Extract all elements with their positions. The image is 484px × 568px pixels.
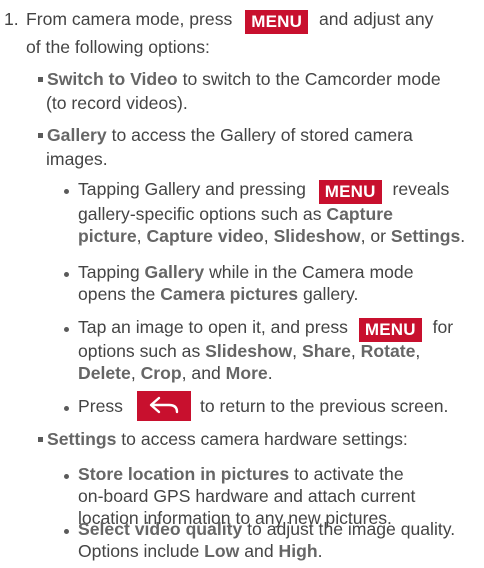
settings-bullet-2-line-2: Options include Low and High. xyxy=(78,541,323,561)
step-intro-line-1: From camera mode, press MENU and adjust … xyxy=(26,8,433,34)
step-intro-line-2: of the following options: xyxy=(26,37,210,57)
bullet-dot-icon xyxy=(64,189,69,194)
gallery-bullet-1-line-3: picture, Capture video, Slideshow, or Se… xyxy=(78,226,466,246)
menu-key-icon: MENU xyxy=(318,180,382,204)
gallery-bullet-1-line-2: gallery-specific options such as Capture xyxy=(78,204,393,224)
bullet-dot-icon xyxy=(64,474,69,479)
gallery-bullet-1-line-1: Tapping Gallery and pressing MENU reveal… xyxy=(78,178,449,204)
back-arrow-icon xyxy=(149,396,179,414)
settings-bullet-1-line-2: on-board GPS hardware and attach current xyxy=(78,486,416,506)
manual-page: 1. From camera mode, press MENU and adju… xyxy=(0,0,484,568)
gallery-bullet-2-line-2: opens the Camera pictures gallery. xyxy=(78,284,359,304)
settings-bullet-1-line-1: Store location in pictures to activate t… xyxy=(78,464,404,484)
square-bullet-icon xyxy=(38,437,43,442)
option-gallery-line-2: images. xyxy=(46,149,108,169)
option-switch-to-video-line-2: (to record videos). xyxy=(46,93,188,113)
menu-key-icon: MENU xyxy=(245,10,309,34)
bullet-dot-icon xyxy=(64,529,69,534)
menu-key-icon: MENU xyxy=(358,318,422,342)
step-number: 1. xyxy=(4,9,19,29)
settings-bullet-2-line-1: Select video quality to adjust the image… xyxy=(78,519,456,539)
bullet-dot-icon xyxy=(64,406,69,411)
back-key-icon xyxy=(137,391,191,421)
gallery-bullet-4-line-1-end: to return to the previous screen. xyxy=(200,396,449,416)
bullet-dot-icon xyxy=(64,327,69,332)
gallery-bullet-3-line-2: options such as Slideshow, Share, Rotate… xyxy=(78,341,421,361)
gallery-bullet-2-line-1: Tapping Gallery while in the Camera mode xyxy=(78,262,414,282)
square-bullet-icon xyxy=(38,77,43,82)
gallery-bullet-3-line-1: Tap an image to open it, and press MENU … xyxy=(78,316,453,342)
option-switch-to-video: Switch to Video to switch to the Camcord… xyxy=(38,68,441,90)
bullet-dot-icon xyxy=(64,272,69,277)
square-bullet-icon xyxy=(38,133,43,138)
gallery-bullet-3-line-3: Delete, Crop, and More. xyxy=(78,363,273,383)
gallery-bullet-4-line-1: Press xyxy=(78,396,123,416)
option-gallery: Gallery to access the Gallery of stored … xyxy=(38,124,413,146)
option-settings: Settings to access camera hardware setti… xyxy=(38,428,408,450)
